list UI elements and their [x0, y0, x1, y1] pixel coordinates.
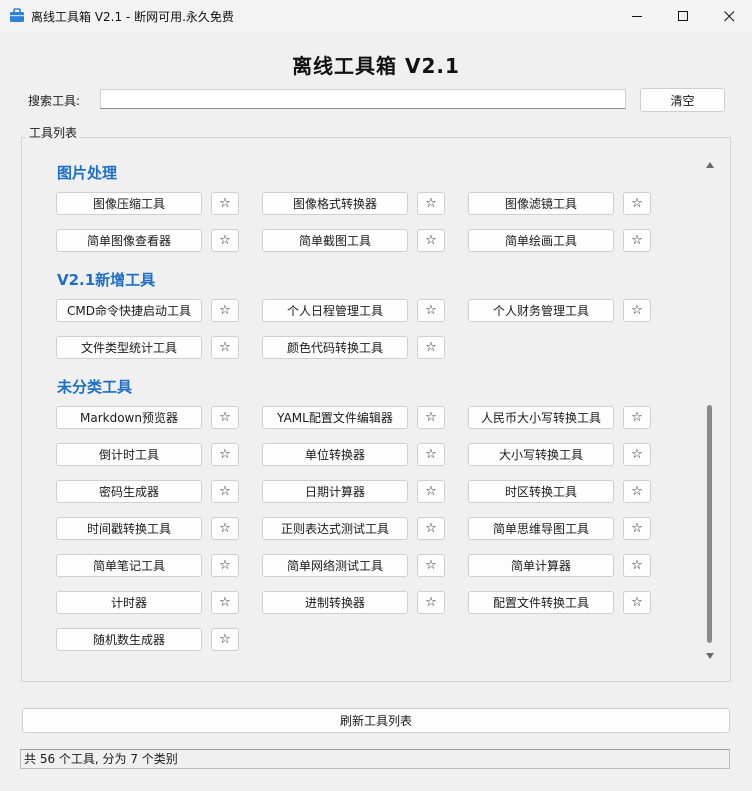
favorite-star-button[interactable]: ☆: [211, 299, 239, 322]
tool-button[interactable]: 单位转换器: [262, 443, 408, 466]
favorite-star-button[interactable]: ☆: [623, 443, 651, 466]
tool-button[interactable]: 个人财务管理工具: [468, 299, 614, 322]
vertical-scrollbar[interactable]: [703, 155, 717, 665]
favorite-star-button[interactable]: ☆: [417, 554, 445, 577]
tool-button[interactable]: CMD命令快捷启动工具: [56, 299, 202, 322]
scroll-down-arrow-icon[interactable]: [706, 653, 714, 659]
tool-button[interactable]: 倒计时工具: [56, 443, 202, 466]
tool-button[interactable]: 简单图像查看器: [56, 229, 202, 252]
maximize-icon: [677, 10, 688, 21]
favorite-star-button[interactable]: ☆: [417, 336, 445, 359]
tool-button[interactable]: 日期计算器: [262, 480, 408, 503]
favorite-star-button[interactable]: ☆: [417, 480, 445, 503]
tool-button[interactable]: Markdown预览器: [56, 406, 202, 429]
tool-button[interactable]: 正则表达式测试工具: [262, 517, 408, 540]
tool-button[interactable]: 图像格式转换器: [262, 192, 408, 215]
close-icon: [723, 10, 734, 21]
search-label: 搜索工具:: [28, 94, 81, 108]
scrollbar-thumb[interactable]: [707, 405, 712, 643]
tool-button[interactable]: 进制转换器: [262, 591, 408, 614]
status-bar: 共 56 个工具, 分为 7 个类别: [20, 749, 730, 769]
favorite-star-button[interactable]: ☆: [623, 192, 651, 215]
favorite-star-button[interactable]: ☆: [417, 517, 445, 540]
favorite-star-button[interactable]: ☆: [623, 517, 651, 540]
close-button[interactable]: [706, 0, 752, 32]
favorite-star-button[interactable]: ☆: [211, 517, 239, 540]
favorite-star-button[interactable]: ☆: [211, 192, 239, 215]
tool-button[interactable]: 个人日程管理工具: [262, 299, 408, 322]
refresh-tool-list-button[interactable]: 刷新工具列表: [22, 708, 730, 733]
tool-button[interactable]: 简单截图工具: [262, 229, 408, 252]
tool-button[interactable]: 配置文件转换工具: [468, 591, 614, 614]
tool-button[interactable]: 简单绘画工具: [468, 229, 614, 252]
tool-button[interactable]: 简单笔记工具: [56, 554, 202, 577]
tool-button[interactable]: 颜色代码转换工具: [262, 336, 408, 359]
favorite-star-button[interactable]: ☆: [211, 443, 239, 466]
tool-button[interactable]: 文件类型统计工具: [56, 336, 202, 359]
tool-button[interactable]: 密码生成器: [56, 480, 202, 503]
scroll-up-arrow-icon[interactable]: [706, 162, 714, 168]
favorite-star-button[interactable]: ☆: [623, 591, 651, 614]
maximize-button[interactable]: [660, 0, 706, 32]
favorite-star-button[interactable]: ☆: [211, 591, 239, 614]
tool-button[interactable]: 计时器: [56, 591, 202, 614]
tool-list-scroll-area[interactable]: 图片处理图像压缩工具 ☆ 图像格式转换器 ☆ 图像滤镜工具 ☆ 简单图像查看器 ☆ 简单截图工具…: [27, 145, 722, 665]
tool-button[interactable]: 图像滤镜工具: [468, 192, 614, 215]
favorite-star-button[interactable]: ☆: [623, 406, 651, 429]
favorite-star-button[interactable]: ☆: [211, 628, 239, 651]
tool-button[interactable]: 简单思维导图工具: [468, 517, 614, 540]
tool-button[interactable]: 人民币大小写转换工具: [468, 406, 614, 429]
favorite-star-button[interactable]: ☆: [211, 229, 239, 252]
favorite-star-button[interactable]: ☆: [623, 554, 651, 577]
favorite-star-button[interactable]: ☆: [417, 299, 445, 322]
tool-button[interactable]: YAML配置文件编辑器: [262, 406, 408, 429]
favorite-star-button[interactable]: ☆: [417, 591, 445, 614]
category-title: 未分类工具: [57, 378, 133, 396]
tool-button[interactable]: 大小写转换工具: [468, 443, 614, 466]
tool-button[interactable]: 时区转换工具: [468, 480, 614, 503]
tool-button[interactable]: 图像压缩工具: [56, 192, 202, 215]
minimize-icon: [631, 15, 642, 17]
minimize-button[interactable]: [614, 0, 660, 32]
page-title: 离线工具箱 V2.1: [292, 54, 460, 78]
favorite-star-button[interactable]: ☆: [623, 480, 651, 503]
favorite-star-button[interactable]: ☆: [623, 229, 651, 252]
tool-button[interactable]: 时间戳转换工具: [56, 517, 202, 540]
title-bar: 离线工具箱 V2.1 - 断网可用.永久免费: [0, 0, 752, 32]
favorite-star-button[interactable]: ☆: [417, 443, 445, 466]
favorite-star-button[interactable]: ☆: [417, 192, 445, 215]
tool-list-label: 工具列表: [26, 124, 81, 141]
search-input[interactable]: [100, 89, 626, 109]
favorite-star-button[interactable]: ☆: [417, 406, 445, 429]
favorite-star-button[interactable]: ☆: [211, 554, 239, 577]
tool-button[interactable]: 随机数生成器: [56, 628, 202, 651]
favorite-star-button[interactable]: ☆: [211, 336, 239, 359]
toolbox-icon: [10, 8, 24, 22]
window-title: 离线工具箱 V2.1 - 断网可用.永久免费: [31, 10, 234, 24]
favorite-star-button[interactable]: ☆: [417, 229, 445, 252]
category-title: V2.1新增工具: [57, 271, 156, 289]
favorite-star-button[interactable]: ☆: [211, 406, 239, 429]
tool-button[interactable]: 简单计算器: [468, 554, 614, 577]
favorite-star-button[interactable]: ☆: [211, 480, 239, 503]
favorite-star-button[interactable]: ☆: [623, 299, 651, 322]
category-title: 图片处理: [57, 164, 118, 182]
tool-button[interactable]: 简单网络测试工具: [262, 554, 408, 577]
clear-button[interactable]: 清空: [640, 88, 725, 112]
